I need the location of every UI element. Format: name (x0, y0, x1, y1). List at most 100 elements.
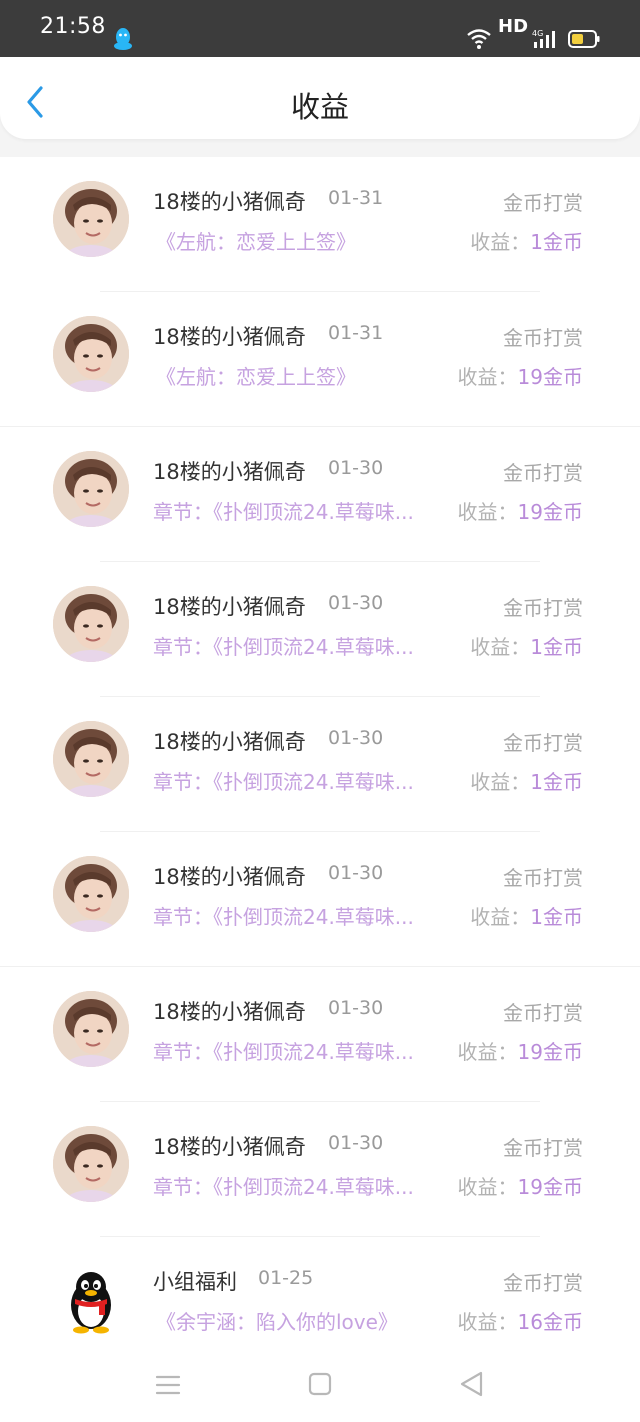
income-value: 1金币 (530, 230, 583, 254)
signal-icon: 4G (532, 28, 558, 50)
system-nav-bar (0, 1352, 640, 1422)
sender-name: 18楼的小猪佩奇 (153, 460, 306, 484)
menu-icon[interactable] (155, 1372, 181, 1398)
home-square-icon[interactable] (308, 1372, 332, 1396)
income-amount: 收益：19金币 (458, 361, 583, 390)
page-title: 收益 (290, 90, 349, 124)
record-type: 金币打赏 (503, 731, 583, 755)
record-type: 金币打赏 (503, 191, 583, 215)
work-title[interactable]: 章节：《扑倒顶流24.草莓味... (153, 631, 414, 660)
sender-name: 18楼的小猪佩奇 (153, 190, 306, 214)
record-type: 金币打赏 (503, 461, 583, 485)
work-title[interactable]: 章节：《扑倒顶流24.草莓味... (153, 901, 414, 930)
sender-name: 小组福利 (153, 1270, 237, 1294)
income-value: 19金币 (517, 365, 583, 389)
record-date: 01-31 (328, 322, 384, 344)
sender-name: 18楼的小猪佩奇 (153, 1000, 306, 1024)
income-value: 1金币 (530, 770, 583, 794)
avatar[interactable] (53, 316, 129, 392)
avatar[interactable] (53, 451, 129, 527)
income-value: 19金币 (517, 500, 583, 524)
photo-avatar-icon (53, 991, 129, 1067)
income-label: 收益： (457, 1040, 518, 1064)
avatar[interactable] (53, 1261, 129, 1337)
income-row[interactable]: 18楼的小猪佩奇 01-30 金币打赏 章节：《扑倒顶流24.草莓味... 收益… (0, 967, 640, 1102)
record-type: 金币打赏 (503, 1271, 583, 1295)
sender-name: 18楼的小猪佩奇 (153, 325, 306, 349)
record-type: 金币打赏 (503, 866, 583, 890)
income-label: 收益： (470, 635, 531, 659)
record-date: 01-30 (328, 457, 384, 479)
photo-avatar-icon (53, 721, 129, 797)
income-label: 收益： (470, 770, 531, 794)
income-label: 收益： (457, 1175, 518, 1199)
photo-avatar-icon (53, 586, 129, 662)
record-type: 金币打赏 (503, 326, 583, 350)
header: 收益 (0, 57, 640, 157)
record-date: 01-30 (328, 1132, 384, 1154)
avatar[interactable] (53, 181, 129, 257)
status-time: 21:58 (40, 14, 106, 39)
income-value: 19金币 (517, 1040, 583, 1064)
income-amount: 收益：19金币 (458, 1036, 583, 1065)
record-type: 金币打赏 (503, 1001, 583, 1025)
income-row[interactable]: 18楼的小猪佩奇 01-30 金币打赏 章节：《扑倒顶流24.草莓味... 收益… (0, 1102, 640, 1237)
work-title[interactable]: 章节：《扑倒顶流24.草莓味... (153, 496, 414, 525)
income-label: 收益： (470, 230, 531, 254)
record-date: 01-30 (328, 997, 384, 1019)
photo-avatar-icon (53, 316, 129, 392)
header-card: 收益 (0, 57, 640, 139)
income-amount: 收益：16金币 (458, 1306, 583, 1335)
wifi-icon (466, 28, 492, 50)
record-date: 01-31 (328, 187, 384, 209)
record-type: 金币打赏 (503, 596, 583, 620)
record-date: 01-30 (328, 592, 384, 614)
sender-name: 18楼的小猪佩奇 (153, 595, 306, 619)
hd-label: HD (498, 16, 529, 37)
avatar[interactable] (53, 721, 129, 797)
avatar[interactable] (53, 991, 129, 1067)
income-row[interactable]: 18楼的小猪佩奇 01-30 金币打赏 章节：《扑倒顶流24.草莓味... 收益… (0, 832, 640, 967)
photo-avatar-icon (53, 856, 129, 932)
income-amount: 收益：19金币 (458, 1171, 583, 1200)
income-amount: 收益：1金币 (470, 766, 583, 795)
sender-name: 18楼的小猪佩奇 (153, 865, 306, 889)
status-bar: 21:58 HD 4G (0, 0, 640, 57)
avatar[interactable] (53, 1126, 129, 1202)
income-value: 16金币 (517, 1310, 583, 1334)
avatar[interactable] (53, 586, 129, 662)
work-title[interactable]: 《余宇涵：陷入你的love》 (156, 1306, 398, 1335)
photo-avatar-icon (53, 181, 129, 257)
income-row[interactable]: 18楼的小猪佩奇 01-30 金币打赏 章节：《扑倒顶流24.草莓味... 收益… (0, 697, 640, 832)
income-row[interactable]: 18楼的小猪佩奇 01-31 金币打赏 《左航：恋爱上上签》 收益：1金币 (0, 157, 640, 292)
record-date: 01-30 (328, 727, 384, 749)
battery-icon (568, 30, 600, 48)
qq-penguin-avatar-icon (53, 1261, 129, 1337)
work-title[interactable]: 《左航：恋爱上上签》 (156, 226, 356, 255)
income-label: 收益： (457, 500, 518, 524)
photo-avatar-icon (53, 451, 129, 527)
income-amount: 收益：1金币 (470, 226, 583, 255)
work-title[interactable]: 《左航：恋爱上上签》 (156, 361, 356, 390)
income-row[interactable]: 18楼的小猪佩奇 01-30 金币打赏 章节：《扑倒顶流24.草莓味... 收益… (0, 427, 640, 562)
income-list: 18楼的小猪佩奇 01-31 金币打赏 《左航：恋爱上上签》 收益：1金币 18… (0, 157, 640, 1372)
work-title[interactable]: 章节：《扑倒顶流24.草莓味... (153, 766, 414, 795)
income-label: 收益： (457, 1310, 518, 1334)
income-amount: 收益：1金币 (470, 631, 583, 660)
qq-notification-icon (112, 27, 134, 51)
income-amount: 收益：19金币 (458, 496, 583, 525)
income-value: 1金币 (530, 905, 583, 929)
income-amount: 收益：1金币 (470, 901, 583, 930)
income-label: 收益： (470, 905, 531, 929)
record-date: 01-25 (258, 1267, 314, 1289)
work-title[interactable]: 章节：《扑倒顶流24.草莓味... (153, 1036, 414, 1065)
income-value: 19金币 (517, 1175, 583, 1199)
photo-avatar-icon (53, 1126, 129, 1202)
income-row[interactable]: 18楼的小猪佩奇 01-31 金币打赏 《左航：恋爱上上签》 收益：19金币 (0, 292, 640, 427)
work-title[interactable]: 章节：《扑倒顶流24.草莓味... (153, 1171, 414, 1200)
sender-name: 18楼的小猪佩奇 (153, 730, 306, 754)
back-triangle-icon[interactable] (458, 1370, 484, 1398)
income-row[interactable]: 18楼的小猪佩奇 01-30 金币打赏 章节：《扑倒顶流24.草莓味... 收益… (0, 562, 640, 697)
avatar[interactable] (53, 856, 129, 932)
sender-name: 18楼的小猪佩奇 (153, 1135, 306, 1159)
